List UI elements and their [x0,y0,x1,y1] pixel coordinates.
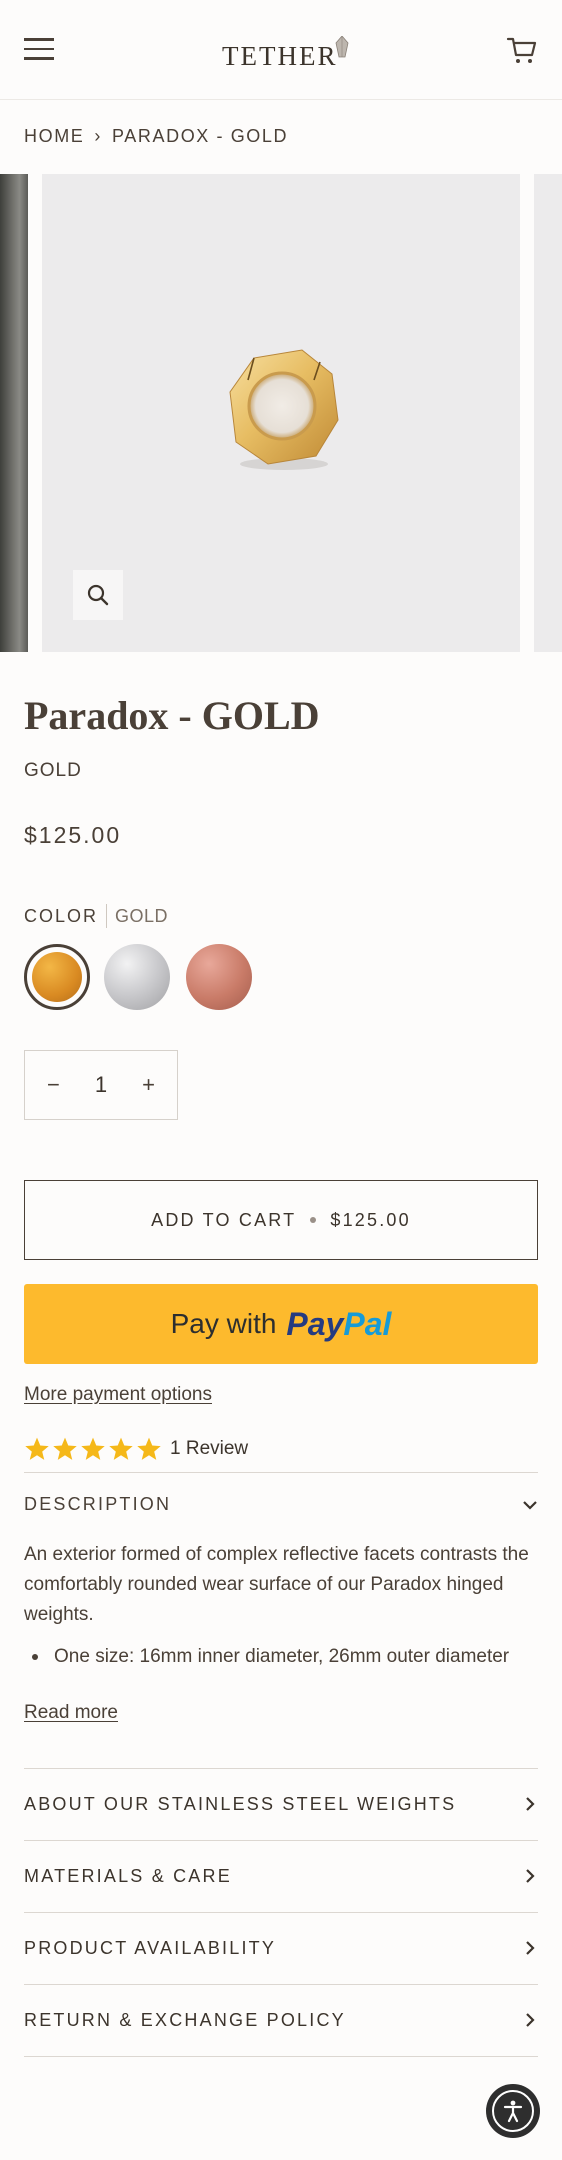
add-to-cart-dot [310,1217,317,1223]
magnifier-icon [87,584,109,606]
chevron-down-icon [523,1500,537,1510]
description-heading: DESCRIPTION [24,1494,172,1514]
color-label-divider [106,904,108,928]
next-slide[interactable] [534,174,562,652]
read-more-link[interactable]: Read more [24,1702,118,1724]
swatch-gold[interactable] [24,944,90,1010]
color-label: COLOR [24,905,99,926]
chevron-right-icon [526,1941,535,1955]
zoom-button[interactable] [73,570,123,620]
divider [24,1472,538,1473]
breadcrumb-home[interactable]: HOME [24,126,84,147]
color-value: GOLD [115,905,169,926]
swatch-rose-gold[interactable] [186,944,252,1010]
breadcrumb-separator: › [94,126,103,146]
product-title: Paradox - GOLD [24,693,320,738]
chevron-right-icon [526,1869,535,1883]
star-icon [25,1437,49,1460]
shopping-cart-icon[interactable] [506,34,538,66]
gem-icon [336,36,349,58]
add-to-cart-label: ADD TO CART [151,1209,297,1230]
breadcrumb-current: PARADOX - GOLD [112,126,289,146]
product-gallery[interactable] [0,174,562,652]
star-icon [109,1437,133,1460]
breadcrumb: HOME › PARADOX - GOLD [24,126,288,147]
quantity-decrease-button[interactable]: − [47,1072,60,1098]
chevron-right-icon [526,2013,535,2027]
accordion-return-exchange[interactable]: RETURN & EXCHANGE POLICY [24,1984,538,2056]
product-price: $125.00 [24,822,122,848]
ring-product-image [229,349,339,470]
reviews-summary[interactable]: 1 Review [24,1436,248,1462]
accordion-label: MATERIALS & CARE [24,1865,232,1886]
star-icon [81,1437,105,1460]
accordion-label: PRODUCT AVAILABILITY [24,1937,277,1958]
description-text: An exterior formed of complex reflective… [24,1544,529,1625]
star-icon [53,1437,77,1460]
add-to-cart-button[interactable]: ADD TO CART $125.00 [24,1180,538,1260]
quantity-increase-button[interactable]: + [142,1072,155,1098]
description-header[interactable]: DESCRIPTION [24,1494,538,1515]
paypal-prefix: Pay with [170,1308,277,1339]
more-payment-options-link[interactable]: More payment options [24,1384,212,1406]
description-list: One size: 16mm inner diameter, 26mm oute… [24,1642,538,1672]
star-icon [137,1437,161,1460]
reviews-count: 1 Review [170,1438,249,1459]
accessibility-icon [492,2090,534,2132]
swatch-silver[interactable] [104,944,170,1010]
accordion-label: ABOUT OUR STAINLESS STEEL WEIGHTS [24,1793,457,1814]
main-product-image[interactable] [42,174,520,652]
color-option-label: COLOR GOLD [24,904,168,928]
paypal-logo: PayPal [286,1305,392,1342]
site-header: TETHER [0,0,562,100]
site-logo[interactable]: TETHER [222,30,349,70]
hamburger-menu-icon[interactable] [24,38,54,60]
add-to-cart-price: $125.00 [330,1209,411,1230]
previous-slide[interactable] [0,174,28,652]
bullet-point [32,1654,38,1660]
description-list-item: One size: 16mm inner diameter, 26mm oute… [54,1646,510,1667]
accordion-label: RETURN & EXCHANGE POLICY [24,2009,346,2030]
quantity-stepper: − 1 + [24,1050,178,1120]
divider [24,2056,538,2057]
accordion-materials-care[interactable]: MATERIALS & CARE [24,1840,538,1912]
product-variant: GOLD [24,760,82,781]
logo-text: TETHER [222,41,338,71]
accordion-stainless-steel[interactable]: ABOUT OUR STAINLESS STEEL WEIGHTS [24,1768,538,1840]
accessibility-button[interactable] [486,2084,540,2138]
chevron-right-icon [526,1797,535,1811]
paypal-button[interactable]: Pay with PayPal [24,1284,538,1364]
quantity-input[interactable]: 1 [95,1072,107,1098]
accordion-product-availability[interactable]: PRODUCT AVAILABILITY [24,1912,538,1984]
